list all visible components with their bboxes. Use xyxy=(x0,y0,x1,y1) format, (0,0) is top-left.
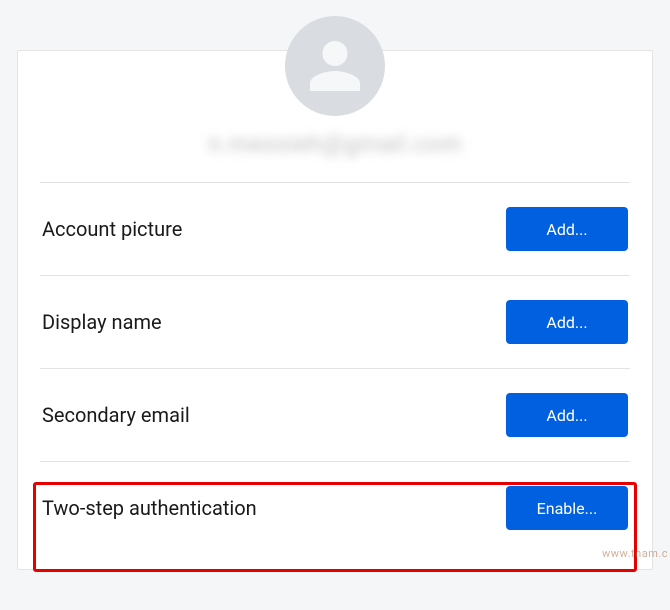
label-two-step-authentication: Two-step authentication xyxy=(42,496,257,520)
row-secondary-email: Secondary email Add... xyxy=(40,369,630,461)
add-account-picture-button[interactable]: Add... xyxy=(506,207,628,251)
add-display-name-button[interactable]: Add... xyxy=(506,300,628,344)
person-icon xyxy=(305,36,365,96)
avatar-placeholder-icon xyxy=(285,16,385,116)
watermark-text: www.tnam.c xyxy=(602,547,668,560)
add-secondary-email-button[interactable]: Add... xyxy=(506,393,628,437)
row-account-picture: Account picture Add... xyxy=(40,183,630,275)
account-settings-card: n.messieh@gmail.com Account picture Add.… xyxy=(17,50,653,570)
enable-two-step-authentication-button[interactable]: Enable... xyxy=(506,486,628,530)
row-two-step-authentication: Two-step authentication Enable... xyxy=(40,462,630,554)
row-display-name: Display name Add... xyxy=(40,276,630,368)
label-secondary-email: Secondary email xyxy=(42,403,190,427)
label-display-name: Display name xyxy=(42,310,162,334)
avatar-container xyxy=(40,16,630,116)
account-email: n.messieh@gmail.com xyxy=(40,130,630,158)
label-account-picture: Account picture xyxy=(42,217,182,241)
